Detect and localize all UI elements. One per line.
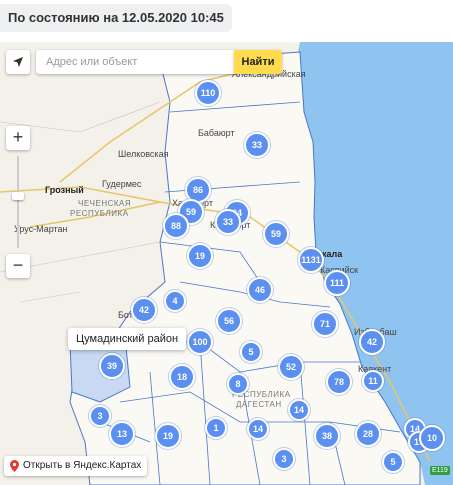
label-chechnya-1: ЧЕЧЕНСКАЯ — [78, 199, 132, 208]
label-shelkovskaya: Шелковская — [118, 149, 169, 159]
cluster-marker[interactable]: 11 — [362, 370, 384, 392]
cluster-marker[interactable]: 52 — [278, 354, 304, 380]
cluster-marker[interactable]: 56 — [216, 308, 242, 334]
search-input[interactable]: Адрес или объект — [36, 50, 234, 74]
map[interactable]: Александрийская Бабаюрт Шелковская Гудер… — [0, 42, 453, 485]
label-makhachkala: кала — [322, 249, 343, 259]
zoom-slider-handle[interactable] — [12, 192, 24, 200]
find-button[interactable]: Найти — [234, 50, 282, 74]
cluster-marker[interactable]: 42 — [359, 329, 385, 355]
zoom-slider[interactable] — [12, 156, 24, 248]
label-babayurt: Бабаюрт — [198, 128, 235, 138]
zoom-in-button[interactable]: + — [6, 126, 30, 150]
cluster-marker[interactable]: 8 — [227, 373, 249, 395]
cluster-marker[interactable]: 33 — [244, 132, 270, 158]
cluster-marker[interactable]: 19 — [187, 243, 213, 269]
status-date: По состоянию на 12.05.2020 10:45 — [0, 4, 232, 32]
open-link-label: Открыть в Яндекс.Картах — [23, 460, 142, 471]
cluster-marker[interactable]: 4 — [164, 290, 186, 312]
cluster-marker[interactable]: 14 — [247, 418, 269, 440]
label-chechnya-2: РЕСПУБЛИКА — [70, 209, 129, 218]
geolocation-button[interactable] — [6, 50, 30, 74]
cluster-marker[interactable]: 3 — [89, 405, 111, 427]
map-background — [0, 42, 453, 485]
cluster-marker[interactable]: 33 — [215, 209, 241, 235]
cluster-marker[interactable]: 59 — [263, 221, 289, 247]
cluster-marker[interactable]: 18 — [169, 364, 195, 390]
open-in-yandex-maps-link[interactable]: Открыть в Яндекс.Картах — [4, 456, 148, 476]
cluster-marker[interactable]: 38 — [314, 423, 340, 449]
cluster-marker[interactable]: 42 — [131, 297, 157, 323]
cluster-marker[interactable]: 88 — [163, 213, 189, 239]
cluster-marker[interactable]: 46 — [247, 277, 273, 303]
cluster-marker[interactable]: 14 — [288, 399, 310, 421]
cluster-marker[interactable]: 13 — [109, 421, 135, 447]
zoom-out-button[interactable]: − — [6, 254, 30, 278]
map-pin-icon — [10, 460, 19, 472]
cluster-marker[interactable]: 5 — [240, 341, 262, 363]
cluster-marker[interactable]: 1131 — [298, 247, 324, 273]
cluster-marker[interactable]: 3 — [273, 448, 295, 470]
zoom-control: + − — [6, 126, 30, 278]
cluster-marker[interactable]: 28 — [355, 421, 381, 447]
label-gudermes: Гудермес — [102, 179, 142, 189]
cluster-marker[interactable]: 39 — [99, 353, 125, 379]
label-grozny: Грозный — [45, 185, 84, 195]
cluster-marker[interactable]: 78 — [326, 369, 352, 395]
cluster-marker[interactable]: 1 — [205, 417, 227, 439]
cluster-marker[interactable]: 71 — [312, 311, 338, 337]
cluster-marker[interactable]: 111 — [324, 270, 350, 296]
cluster-marker[interactable]: 100 — [187, 329, 213, 355]
label-dagestan-2: ДАГЕСТАН — [236, 400, 282, 409]
location-arrow-icon — [13, 57, 23, 67]
district-tooltip: Цумадинский район — [68, 328, 187, 350]
cluster-marker[interactable]: 110 — [195, 80, 221, 106]
cluster-marker[interactable]: 10 — [419, 425, 445, 451]
road-shield: E119 — [430, 466, 450, 475]
cluster-marker[interactable]: 19 — [155, 423, 181, 449]
cluster-marker[interactable]: 5 — [382, 451, 404, 473]
